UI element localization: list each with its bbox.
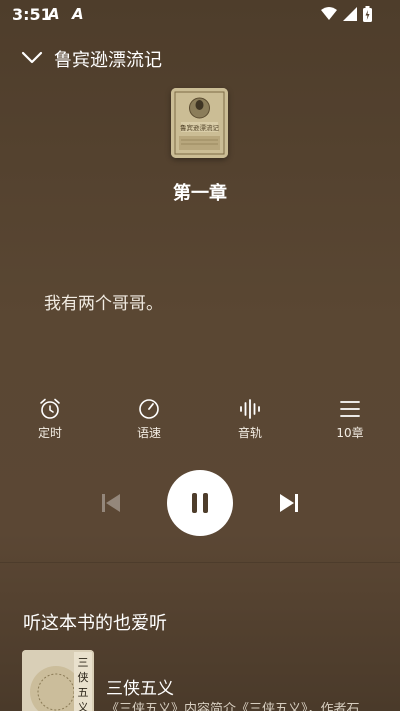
recommend-cover-char: 侠 [78,671,89,684]
chapters-label: 10章 [336,426,364,440]
cover-title: 鲁宾逊漂流记 [180,123,220,132]
chapters-button[interactable]: 10章 [320,396,380,441]
menu-list-icon [340,401,360,417]
timer-label: 定时 [37,426,62,440]
recommend-cover-char: 三 [78,656,89,669]
voice-label: 音轨 [237,426,262,440]
pause-icon [192,493,208,513]
voice-button[interactable]: 音轨 [220,396,280,441]
speed-label: 语速 [136,426,161,440]
book-cover: 鲁宾逊漂流记 [171,88,228,158]
recommend-section-title: 听这本书的也爱听 [23,613,167,634]
lyric-line: 我有两个哥哥。 [44,294,163,314]
divider [0,562,400,563]
status-time: 3:51 [12,5,52,24]
alarm-clock-icon [40,398,60,419]
recommend-title: 三侠五义 [106,679,174,699]
recommend-description: 《三侠五义》内容简介《三侠五义》，作者石... [106,702,372,711]
controls-row: 定时 语速 音轨 10章 [0,396,400,446]
chevron-down-icon [21,51,43,64]
skip-previous-icon [102,494,120,512]
wifi-icon [321,7,337,20]
signal-icon [343,7,357,21]
book-title: 鲁宾逊漂流记 [54,50,162,71]
pause-button[interactable] [167,470,233,536]
timer-button[interactable]: 定时 [20,396,80,441]
previous-button[interactable] [98,490,124,516]
collapse-button[interactable] [20,46,44,70]
top-bar: 鲁宾逊漂流记 [0,42,400,72]
player-controls [0,470,400,536]
status-bar: 3:51 A A [0,0,400,28]
recommend-item[interactable]: 三 侠 五 义 三侠五义 《三侠五义》内容简介《三侠五义》，作者石... [22,650,400,711]
skip-next-icon [280,494,298,512]
speedometer-icon [139,399,159,419]
recommend-cover-char: 五 [78,686,89,699]
speed-button[interactable]: 语速 [119,396,179,441]
notification-icon: A [48,5,60,23]
battery-icon [363,6,372,22]
recommend-cover-char: 义 [78,701,89,711]
next-button[interactable] [276,490,302,516]
chapter-title: 第一章 [173,183,227,204]
system-icons [321,6,372,22]
waveform-icon [240,399,260,419]
recommend-cover: 三 侠 五 义 [22,650,94,711]
notification-icon: A [72,5,84,23]
